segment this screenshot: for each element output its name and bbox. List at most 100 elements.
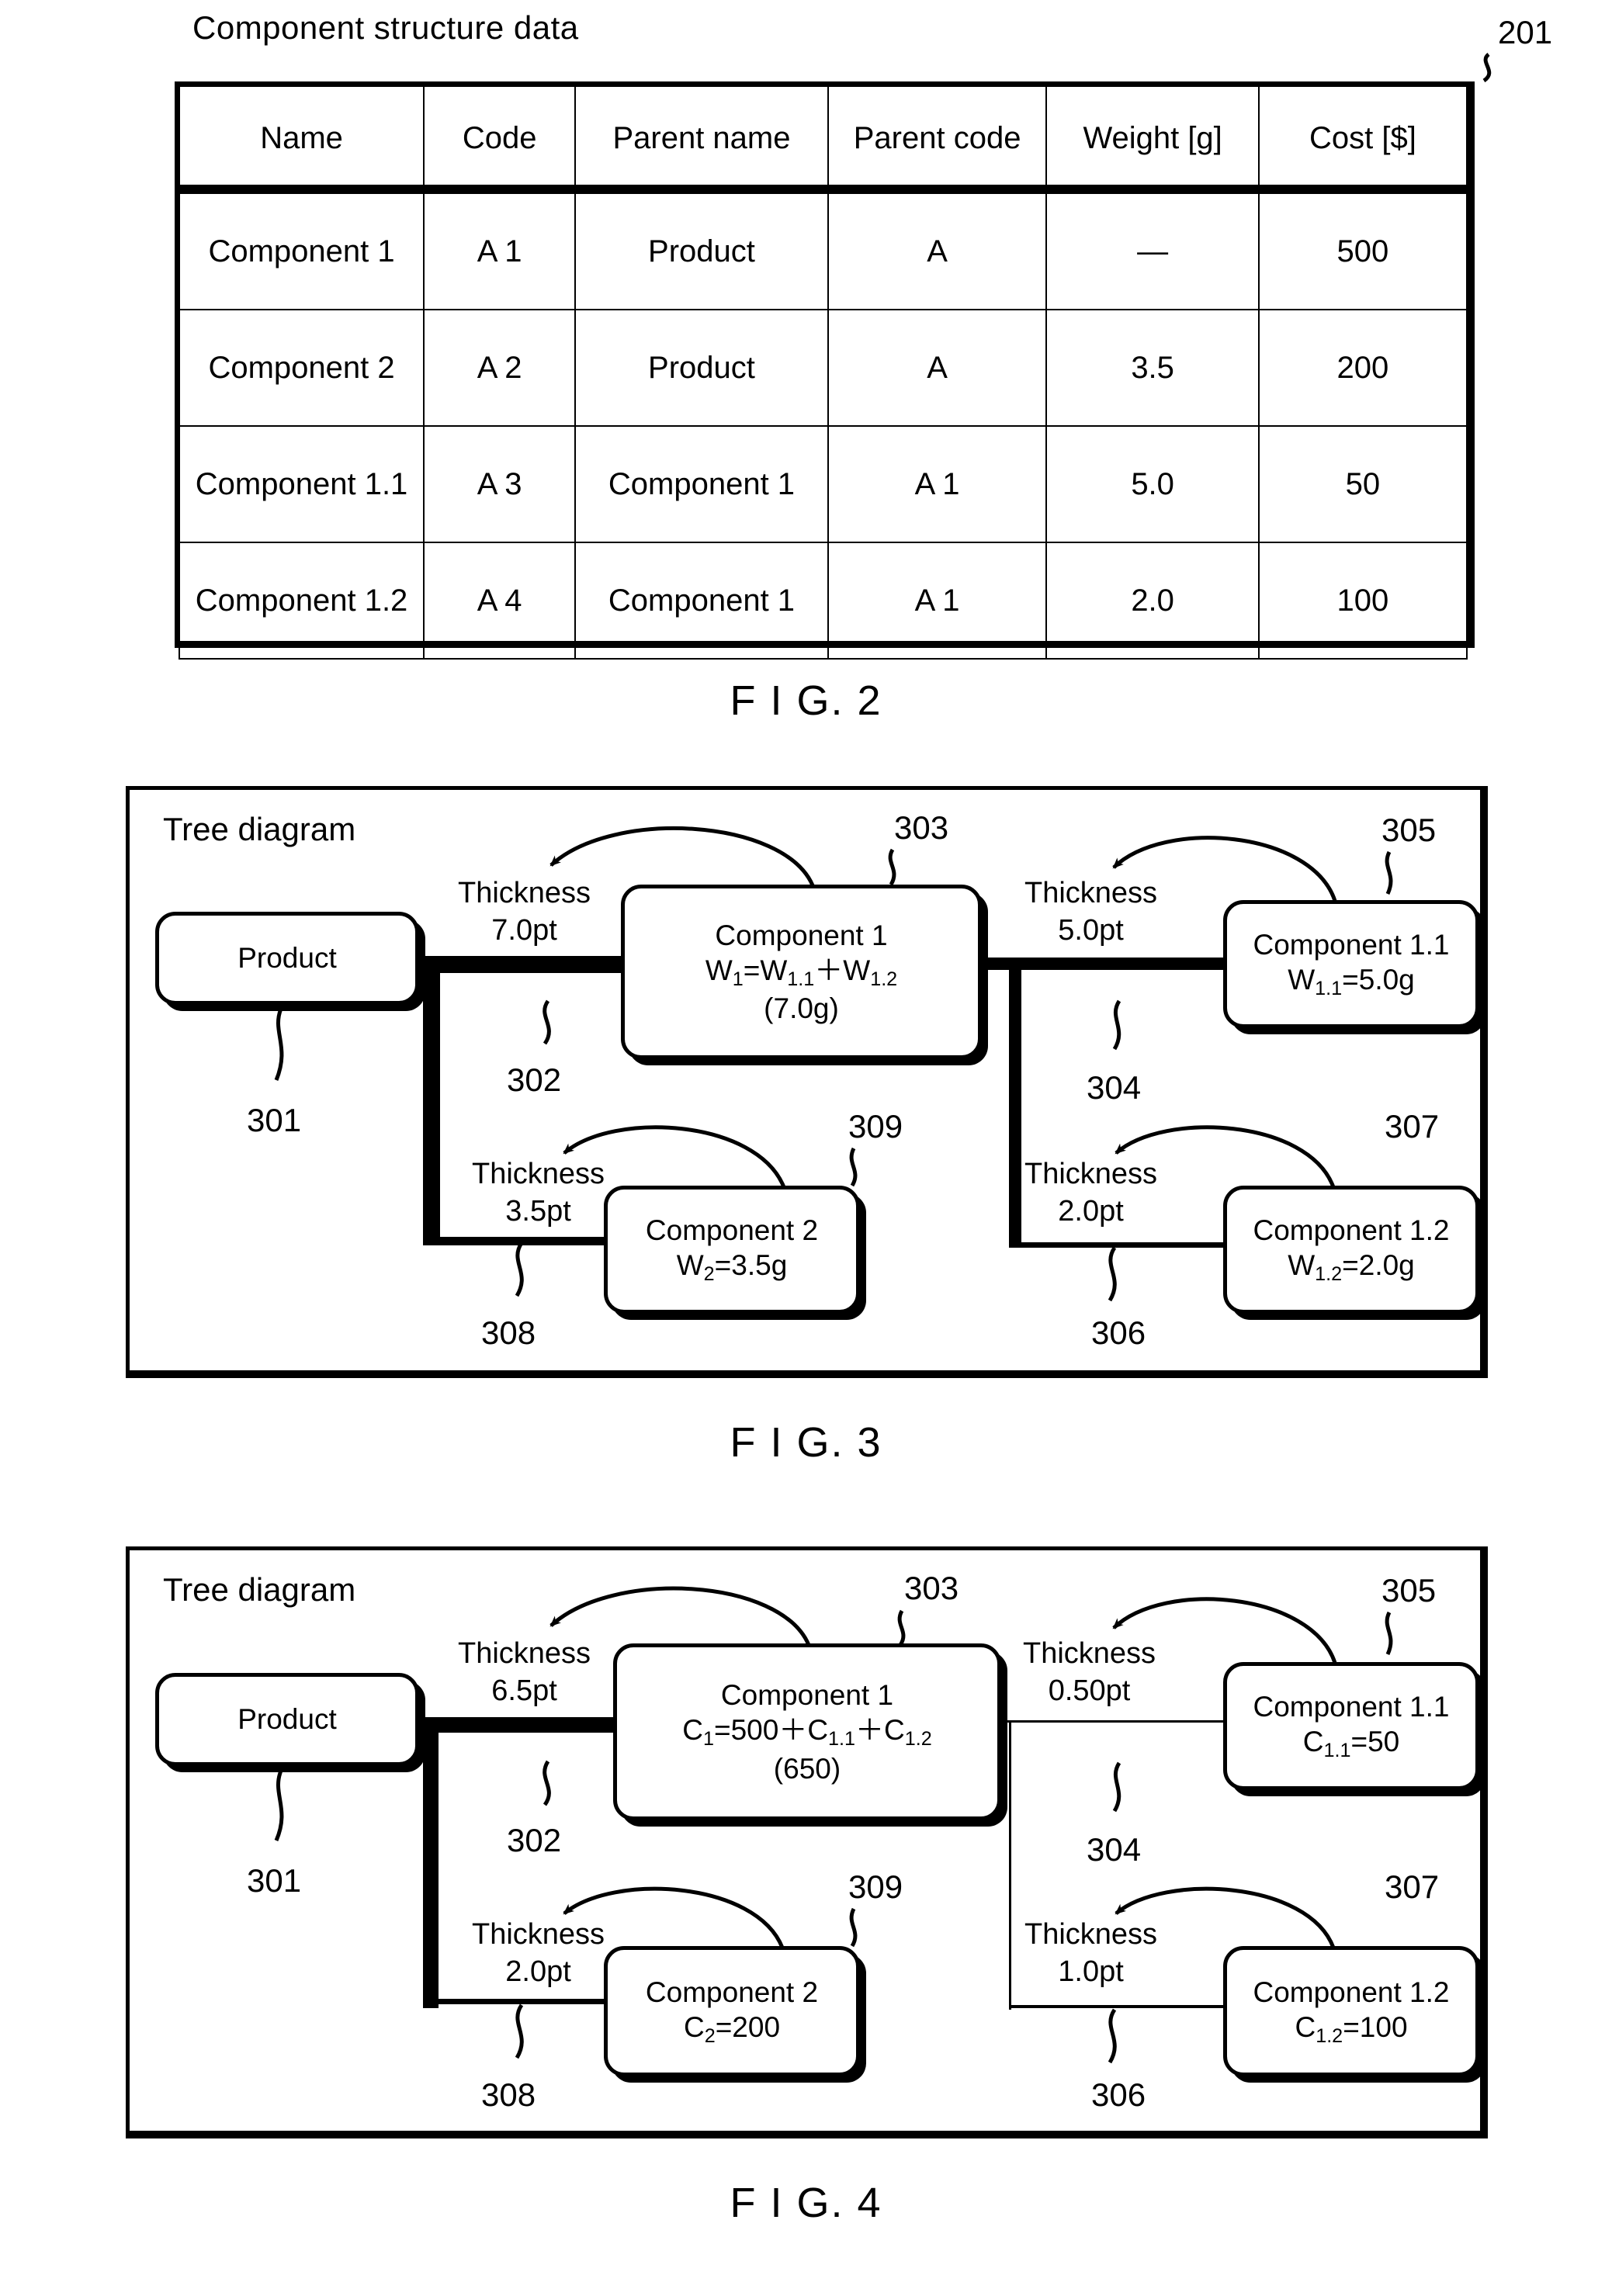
fig2-title: Component structure data: [192, 9, 579, 46]
node-component-1-2-title: Component 1.2: [1253, 1976, 1450, 2008]
node-component-1-1[interactable]: Component 1.1 C1.1=50: [1223, 1662, 1479, 1790]
reference-numeral-307: 307: [1385, 1868, 1440, 1905]
table-header-row: Name Code Parent name Parent code Weight…: [178, 85, 1468, 194]
node-component-1-2[interactable]: Component 1.2 W1.2=2.0g: [1223, 1186, 1479, 1314]
reference-numeral-309: 309: [848, 1868, 903, 1905]
node-component-1-2[interactable]: Component 1.2 C1.2=100: [1223, 1946, 1479, 2076]
reference-numeral-302: 302: [507, 1061, 562, 1098]
cell-name: Component 1.2: [178, 542, 425, 660]
thickness-label-308: Thickness 3.5pt: [472, 1158, 605, 1228]
node-component-1-value: (650): [773, 1752, 841, 1785]
reference-numeral-303: 303: [894, 809, 949, 846]
cell-weight: 2.0: [1045, 542, 1260, 660]
reference-numeral-308: 308: [481, 2076, 536, 2113]
connector-308-vertical: [423, 956, 440, 1245]
node-product[interactable]: Product: [155, 912, 419, 1005]
cell-parent-code: A: [827, 309, 1048, 427]
node-component-1-2-formula: C1.2=100: [1295, 2010, 1408, 2047]
reference-numeral-309: 309: [848, 1108, 903, 1145]
table-header-parent-code: Parent code: [827, 85, 1048, 194]
cell-code: A 4: [423, 542, 577, 660]
fig3-panel-title: Tree diagram: [163, 811, 356, 847]
connector-308-vertical: [423, 1717, 439, 2008]
thickness-label-304: Thickness 5.0pt: [1024, 877, 1158, 947]
node-component-1-1[interactable]: Component 1.1 W1.1=5.0g: [1223, 900, 1479, 1028]
node-component-2-formula: W2=3.5g: [676, 1249, 788, 1286]
reference-numeral-304: 304: [1087, 1069, 1142, 1106]
node-component-1[interactable]: Component 1 W1=W1.1＋W1.2 (7.0g): [621, 885, 982, 1059]
thickness-label-306: Thickness 1.0pt: [1024, 1918, 1158, 1988]
node-component-1-title: Component 1: [715, 919, 888, 951]
node-component-1-2-title: Component 1.2: [1253, 1214, 1450, 1247]
cell-parent-code: A: [827, 191, 1048, 310]
cell-name: Component 2: [178, 309, 425, 427]
cell-cost: 50: [1257, 425, 1468, 543]
cell-parent-name: Product: [574, 191, 829, 310]
node-component-1-2-formula: W1.2=2.0g: [1288, 1249, 1415, 1286]
reference-numeral-306: 306: [1091, 1314, 1146, 1351]
cell-cost: 500: [1257, 191, 1468, 310]
reference-numeral-305: 305: [1381, 1572, 1437, 1609]
cell-parent-code: A 1: [827, 542, 1048, 660]
table-header-code: Code: [423, 85, 577, 194]
component-structure-table: Name Code Parent name Parent code Weight…: [175, 81, 1475, 660]
cell-weight: 5.0: [1045, 425, 1260, 543]
reference-numeral-305: 305: [1381, 812, 1437, 848]
connector-306: [1009, 2005, 1223, 2008]
cell-code: A 3: [423, 425, 577, 543]
node-component-1-value: (7.0g): [764, 992, 839, 1025]
reference-numeral-307: 307: [1385, 1108, 1440, 1145]
cell-cost: 100: [1257, 542, 1468, 660]
reference-numeral-301: 301: [247, 1102, 302, 1138]
reference-numeral-308: 308: [481, 1314, 536, 1351]
cell-parent-name: Component 1: [574, 425, 829, 543]
cell-weight: 3.5: [1045, 309, 1260, 427]
node-component-2[interactable]: Component 2 W2=3.5g: [604, 1186, 860, 1314]
fig2-caption: F I G. 2: [730, 677, 882, 724]
reference-numeral-301: 301: [247, 1862, 302, 1899]
cell-code: A 1: [423, 191, 577, 310]
table-row: Component 1.1 A 3 Component 1 A 1 5.0 50: [178, 425, 1468, 543]
leader-201: [1482, 53, 1492, 83]
node-component-1-title: Component 1: [720, 1679, 894, 1712]
table-row: Component 2 A 2 Product A 3.5 200: [178, 309, 1468, 427]
node-component-2[interactable]: Component 2 C2=200: [604, 1946, 860, 2076]
cell-parent-name: Product: [574, 309, 829, 427]
connector-306-vertical: [1009, 958, 1021, 1247]
node-product-label: Product: [237, 942, 337, 975]
table-header-weight: Weight [g]: [1045, 85, 1260, 194]
fig4-panel-title: Tree diagram: [163, 1571, 356, 1608]
cell-name: Component 1.1: [178, 425, 425, 543]
fig4-caption: F I G. 4: [730, 2180, 882, 2226]
cell-weight: —: [1045, 191, 1260, 310]
cell-parent-code: A 1: [827, 425, 1048, 543]
table-header-cost: Cost [$]: [1257, 85, 1468, 194]
node-component-2-title: Component 2: [645, 1976, 819, 2008]
fig3-caption: F I G. 3: [730, 1419, 882, 1466]
table-header-name: Name: [178, 85, 425, 194]
node-product[interactable]: Product: [155, 1673, 419, 1766]
table-header-divider: [177, 185, 1472, 190]
table-row: Component 1.2 A 4 Component 1 A 1 2.0 10…: [178, 542, 1468, 660]
node-component-2-formula: C2=200: [683, 2010, 781, 2047]
connector-306-vertical: [1009, 1720, 1011, 2010]
node-component-2-title: Component 2: [645, 1214, 819, 1247]
node-component-1-1-formula: C1.1=50: [1302, 1726, 1400, 1762]
cell-cost: 200: [1257, 309, 1468, 427]
reference-numeral-201: 201: [1498, 14, 1553, 50]
thickness-label-304: Thickness 0.50pt: [1023, 1637, 1156, 1707]
cell-parent-name: Component 1: [574, 542, 829, 660]
node-component-1-1-formula: W1.1=5.0g: [1288, 964, 1415, 1000]
thickness-label-302: Thickness 7.0pt: [458, 877, 591, 947]
table-row: Component 1 A 1 Product A — 500: [178, 191, 1468, 310]
connector-308: [423, 1999, 605, 2004]
node-component-1-1-title: Component 1.1: [1253, 929, 1450, 961]
connector-308: [423, 1237, 605, 1245]
table-header-parent-name: Parent name: [574, 85, 829, 194]
thickness-label-302: Thickness 6.5pt: [458, 1637, 591, 1707]
reference-numeral-304: 304: [1087, 1831, 1142, 1868]
reference-numeral-302: 302: [507, 1822, 562, 1858]
node-component-1-formula: C1=500＋C1.1＋C1.2: [682, 1714, 932, 1751]
node-component-1[interactable]: Component 1 C1=500＋C1.1＋C1.2 (650): [613, 1643, 1001, 1820]
connector-306: [1009, 1242, 1223, 1248]
